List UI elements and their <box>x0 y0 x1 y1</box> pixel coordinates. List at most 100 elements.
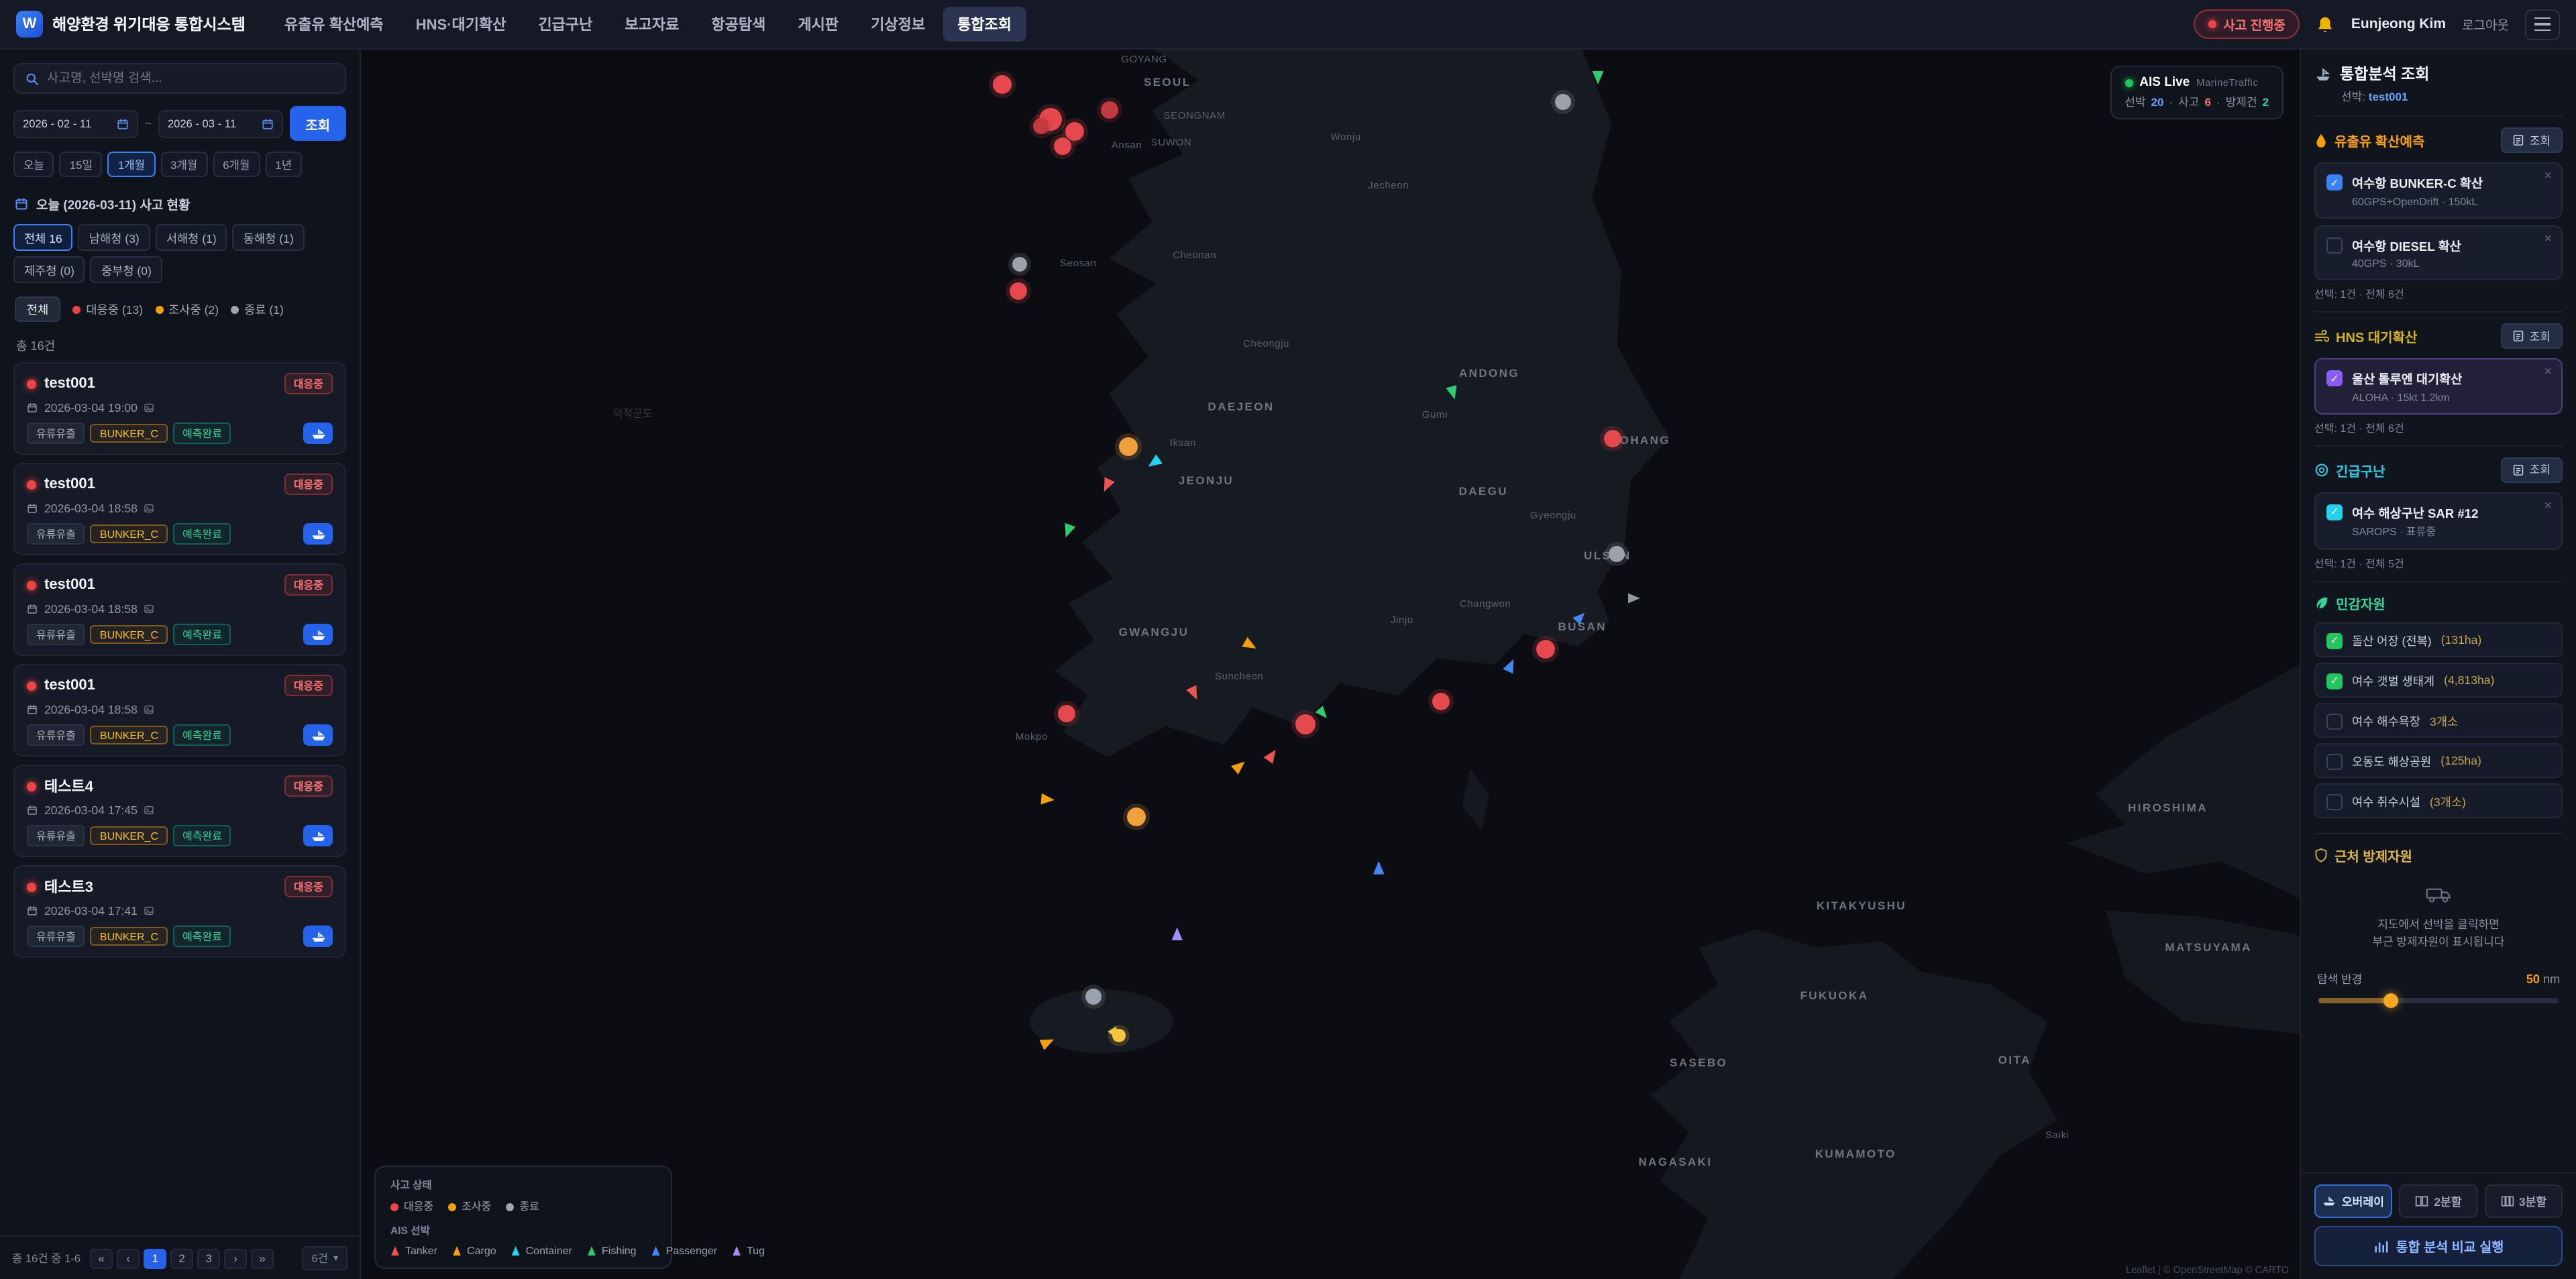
prediction-card[interactable]: ✓울산 톨루엔 대기확산ALOHA · 15kt 1.2km× <box>2314 358 2563 414</box>
prediction-card[interactable]: ✓여수항 BUNKER-C 확산60GPS+OpenDrift · 150kL× <box>2314 162 2563 218</box>
quick-range-button[interactable]: 오늘 <box>13 152 54 177</box>
nav-item-긴급구난[interactable]: 긴급구난 <box>523 7 607 42</box>
ship-marker[interactable] <box>1171 928 1184 941</box>
page-button-3[interactable]: 3 <box>197 1248 220 1268</box>
incident-marker[interactable] <box>1555 93 1571 109</box>
incident-marker[interactable] <box>1536 641 1555 659</box>
prediction-card[interactable]: ✓여수 해상구난 SAR #12SAROPS · 표류중× <box>2314 492 2563 550</box>
ship-marker[interactable] <box>1372 861 1385 875</box>
incident-marker[interactable] <box>1010 282 1027 299</box>
view-on-map-button[interactable] <box>303 624 333 645</box>
checkbox[interactable] <box>2326 753 2343 769</box>
view-on-map-button[interactable] <box>303 926 333 947</box>
checkbox[interactable]: ✓ <box>2326 504 2343 520</box>
view-on-map-button[interactable] <box>303 523 333 545</box>
sensitive-resource-item[interactable]: 오동도 해상공원(125ha) <box>2314 743 2563 778</box>
nav-item-통합조회[interactable]: 통합조회 <box>943 7 1026 42</box>
view-on-map-button[interactable] <box>303 423 333 444</box>
checkbox[interactable]: ✓ <box>2326 632 2343 649</box>
nav-item-유출유 확산예측[interactable]: 유출유 확산예측 <box>270 7 398 42</box>
status-filter[interactable]: 종료 (1) <box>231 300 284 318</box>
sensitive-resource-item[interactable]: 여수 해수욕장3개소 <box>2314 703 2563 738</box>
ship-marker[interactable] <box>1444 384 1460 400</box>
run-analysis-button[interactable]: 통합 분석 비교 실행 <box>2314 1226 2563 1266</box>
map-canvas[interactable]: GOYANGSEOULSEONGNAMAnsanSUWONWonjuJecheo… <box>361 50 2300 1279</box>
ship-marker[interactable] <box>1040 793 1055 808</box>
map-attribution[interactable]: Leaflet | © OpenStreetMap © CARTO <box>2126 1264 2289 1276</box>
date-to-input[interactable]: 2026 - 03 - 11 <box>158 109 282 137</box>
incident-card[interactable]: test001대응중2026-03-04 18:58유류유출BUNKER_C예측… <box>13 563 346 656</box>
checkbox[interactable]: ✓ <box>2326 174 2343 190</box>
nav-item-보고자료[interactable]: 보고자료 <box>610 7 694 42</box>
incident-card[interactable]: test001대응중2026-03-04 18:58유류유출BUNKER_C예측… <box>13 664 346 757</box>
ais-live-chip[interactable]: AIS Live MarineTraffic 선박20·사고6·방제건2 <box>2110 66 2284 119</box>
incident-marker[interactable] <box>1054 138 1071 156</box>
ship-marker[interactable] <box>1185 684 1203 702</box>
last-page-button[interactable]: » <box>251 1248 274 1268</box>
sensitive-resource-item[interactable]: 여수 취수시설(3개소) <box>2314 783 2563 818</box>
quick-range-button[interactable]: 1년 <box>265 152 302 177</box>
ship-marker[interactable] <box>1591 71 1605 85</box>
status-filter[interactable]: 대응중 (13) <box>72 300 143 318</box>
close-icon[interactable]: × <box>2544 231 2552 246</box>
incident-card[interactable]: 테스트4대응중2026-03-04 17:45유류유출BUNKER_C예측완료 <box>13 765 346 857</box>
sensitive-resource-item[interactable]: ✓여수 갯벌 생태계(4,813ha) <box>2314 663 2563 698</box>
region-chip[interactable]: 동해청 (1) <box>233 224 305 251</box>
page-button-2[interactable]: 2 <box>170 1248 193 1268</box>
ship-marker[interactable] <box>1263 746 1281 765</box>
menu-icon[interactable] <box>2525 9 2560 40</box>
incident-marker[interactable] <box>1432 693 1450 710</box>
region-chip[interactable]: 남해청 (3) <box>78 224 150 251</box>
checkbox[interactable]: ✓ <box>2326 370 2343 386</box>
quick-range-button[interactable]: 3개월 <box>160 152 207 177</box>
nav-item-게시판[interactable]: 게시판 <box>783 7 853 42</box>
nav-item-항공탐색[interactable]: 항공탐색 <box>696 7 780 42</box>
sar-query-button[interactable]: 조회 <box>2502 457 2563 482</box>
status-filter[interactable]: 전체 <box>15 296 60 322</box>
ship-marker[interactable] <box>1314 706 1331 722</box>
incident-marker[interactable] <box>1013 256 1028 271</box>
view-mode-button-2[interactable]: 2분할 <box>2400 1184 2478 1218</box>
region-chip[interactable]: 서해청 (1) <box>156 224 227 251</box>
incident-marker[interactable] <box>1605 430 1622 447</box>
ship-marker[interactable] <box>1230 756 1248 775</box>
next-page-button[interactable]: › <box>224 1248 247 1268</box>
incident-marker[interactable] <box>1085 989 1102 1005</box>
ship-marker[interactable] <box>1629 592 1641 604</box>
region-chip[interactable]: 제주청 (0) <box>13 256 85 283</box>
region-chip[interactable]: 중부청 (0) <box>91 256 162 283</box>
slider-thumb[interactable] <box>2383 993 2398 1008</box>
view-on-map-button[interactable] <box>303 825 333 846</box>
checkbox[interactable] <box>2326 237 2343 253</box>
incident-marker[interactable] <box>1065 121 1084 140</box>
prev-page-button[interactable]: ‹ <box>117 1248 140 1268</box>
ship-marker[interactable] <box>1572 608 1589 625</box>
incident-card[interactable]: test001대응중2026-03-04 19:00유류유출BUNKER_C예측… <box>13 362 346 455</box>
ship-marker[interactable] <box>1060 522 1077 539</box>
incident-marker[interactable] <box>1033 118 1049 134</box>
oil-query-button[interactable]: 조회 <box>2502 127 2563 153</box>
hns-query-button[interactable]: 조회 <box>2502 323 2563 349</box>
incident-marker[interactable] <box>1609 546 1625 562</box>
close-icon[interactable]: × <box>2544 169 2552 184</box>
ship-marker[interactable] <box>1098 476 1116 494</box>
first-page-button[interactable]: « <box>90 1248 113 1268</box>
logout-button[interactable]: 로그아웃 <box>2462 15 2509 34</box>
status-filter[interactable]: 조사중 (2) <box>155 300 219 318</box>
nav-item-HNS·대기확산[interactable]: HNS·대기확산 <box>401 7 521 42</box>
incident-marker[interactable] <box>1127 808 1146 826</box>
checkbox[interactable] <box>2326 713 2343 729</box>
incident-marker[interactable] <box>1119 437 1138 456</box>
nav-item-기상정보[interactable]: 기상정보 <box>856 7 940 42</box>
radius-slider[interactable] <box>2318 998 2559 1003</box>
view-mode-button-3[interactable]: 3분할 <box>2484 1184 2563 1218</box>
view-on-map-button[interactable] <box>303 724 333 746</box>
region-chip[interactable]: 전체 16 <box>13 224 73 251</box>
incident-marker[interactable] <box>1058 705 1075 722</box>
quick-range-button[interactable]: 15일 <box>60 152 103 177</box>
checkbox[interactable]: ✓ <box>2326 673 2343 689</box>
sensitive-resource-item[interactable]: ✓돌산 어장 (전복)(131ha) <box>2314 622 2563 657</box>
page-button-1[interactable]: 1 <box>144 1248 166 1268</box>
incident-marker[interactable] <box>1101 101 1118 119</box>
date-from-input[interactable]: 2026 - 02 - 11 <box>13 109 138 137</box>
